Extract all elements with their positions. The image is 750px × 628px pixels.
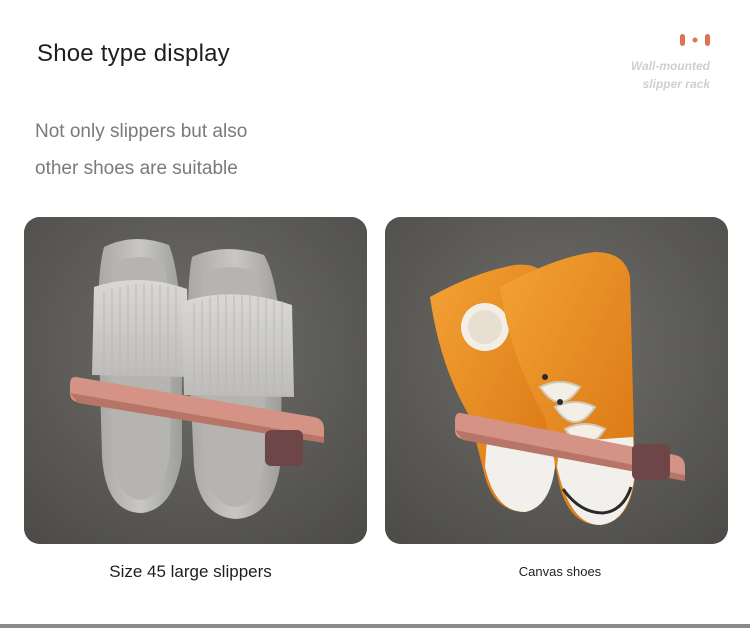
- divider: [0, 624, 750, 628]
- slippers-photo: [24, 217, 367, 544]
- canvas-shoes-photo: [385, 217, 728, 544]
- canvas-shoes-caption: Canvas shoes: [518, 564, 602, 579]
- rack-logo-icon: [680, 34, 710, 46]
- subtitle-line-1: Not only slippers but also: [35, 121, 248, 142]
- slippers-caption: Size 45 large slippers: [109, 562, 272, 581]
- brand-line-1: Wall-mounted: [630, 59, 710, 73]
- page-title: Shoe type display: [37, 40, 230, 67]
- page-subtitle: Not only slippers but also other shoes a…: [35, 113, 355, 187]
- left-slipper: [92, 238, 189, 513]
- brand-logo: Wall-mounted slipper rack: [550, 32, 710, 93]
- subtitle-line-2: other shoes are suitable: [35, 158, 238, 179]
- brand-line-2: slipper rack: [642, 77, 710, 91]
- brand-text: Wall-mounted slipper rack: [550, 57, 710, 93]
